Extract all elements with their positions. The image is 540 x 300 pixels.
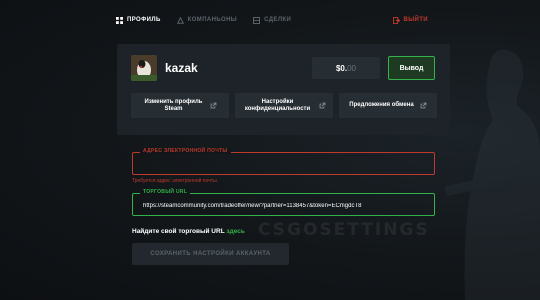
profile-icon <box>116 16 123 24</box>
edit-steam-profile-button[interactable]: Изменить профиль Steam <box>131 93 229 118</box>
logout-button[interactable]: ВЫЙТИ <box>392 16 429 24</box>
privacy-settings-button[interactable]: Настройки конфиденциальности <box>235 93 333 118</box>
find-trade-url-link[interactable]: здесь <box>226 228 245 235</box>
tab-profile[interactable]: ПРОФИЛЬ <box>116 16 161 24</box>
trade-offers-label: Предложения обмена <box>349 102 414 108</box>
edit-steam-profile-label: Изменить профиль Steam <box>144 98 203 112</box>
trade-url-input[interactable] <box>133 195 434 217</box>
email-label: АДРЕС ЭЛЕКТРОННОЙ ПОЧТЫ <box>140 148 231 154</box>
tab-companions[interactable]: КОМПАНЬОНЫ <box>176 16 238 24</box>
trade-url-label: ТОРГОВЫЙ URL <box>140 189 191 195</box>
balance-main: $0. <box>335 63 348 73</box>
avatar-image <box>131 55 157 81</box>
find-trade-url-text: Найдите свой торговый URL здесь <box>132 228 245 235</box>
email-input[interactable] <box>133 154 434 176</box>
external-link-icon <box>420 102 427 109</box>
balance-cents: 00 <box>347 63 357 73</box>
save-account-settings-button[interactable]: СОХРАНИТЬ НАСТРОЙКИ АККАУНТА <box>132 243 289 265</box>
nav-tabs: ПРОФИЛЬ КОМПАНЬОНЫ СДЕЛКИ <box>116 16 292 24</box>
trade-url-field[interactable] <box>132 193 435 217</box>
external-link-icon <box>319 102 325 109</box>
tab-companions-label: КОМПАНЬОНЫ <box>187 17 238 23</box>
deals-icon <box>253 16 261 24</box>
logout-label: ВЫЙТИ <box>403 17 428 23</box>
soldier-silhouette-image <box>445 49 540 300</box>
watermark-text: CSGOSETTINGS <box>258 220 430 240</box>
email-field[interactable] <box>132 152 435 176</box>
find-trade-url-prefix: Найдите свой торговый URL <box>132 228 225 235</box>
tab-deals-label: СДЕЛКИ <box>264 17 292 23</box>
tab-profile-label: ПРОФИЛЬ <box>127 17 161 23</box>
username: kazak <box>165 61 198 75</box>
logout-icon <box>392 16 400 24</box>
tab-deals[interactable]: СДЕЛКИ <box>253 16 292 24</box>
external-link-icon <box>210 102 216 109</box>
withdraw-button[interactable]: Вывод <box>388 56 435 80</box>
email-error-message: Требуется адрес электронной почты <box>132 178 217 184</box>
avatar <box>131 55 157 81</box>
companions-icon <box>176 16 184 24</box>
trade-offers-button[interactable]: Предложения обмена <box>339 93 437 118</box>
balance-display: $0. 00 <box>312 57 380 79</box>
privacy-settings-label: Настройки конфиденциальности <box>244 98 311 112</box>
profile-panel: kazak $0. 00 Вывод Изменить профиль Steam… <box>117 44 450 135</box>
